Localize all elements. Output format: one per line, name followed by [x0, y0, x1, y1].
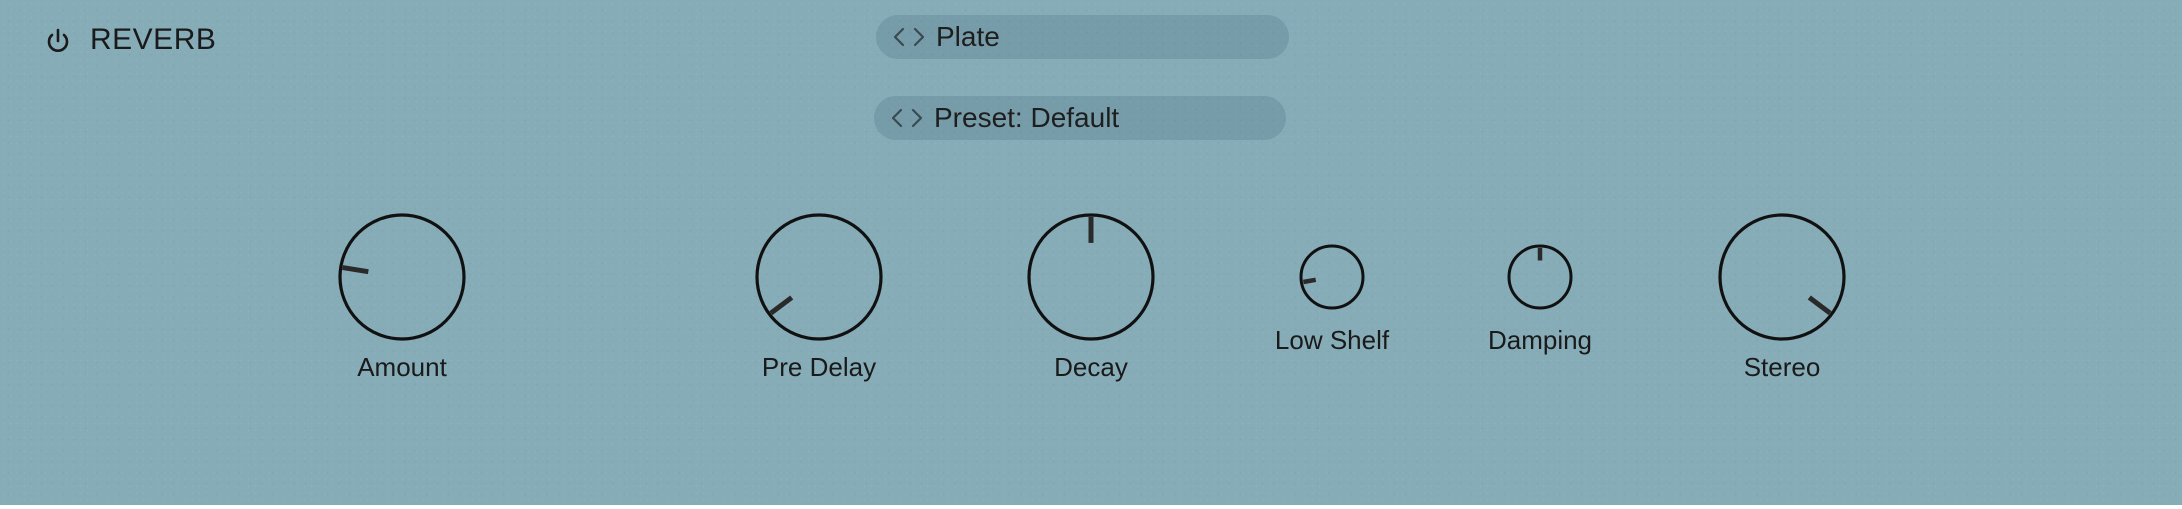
preset-value: Preset: Default — [934, 102, 1120, 133]
low-shelf-knob[interactable] — [1299, 244, 1365, 310]
decay-label: Decay — [1054, 352, 1128, 382]
amount-label: Amount — [357, 352, 447, 382]
stereo-knob[interactable] — [1717, 212, 1847, 342]
bottom-edge — [0, 505, 2182, 509]
algorithm-arrows — [892, 26, 926, 48]
chevron-left-icon[interactable] — [890, 107, 904, 129]
algorithm-value: Plate — [936, 21, 1000, 52]
pre-delay-knob[interactable] — [754, 212, 884, 342]
damping-label: Damping — [1487, 325, 1593, 355]
stereo-knob-pointer — [1807, 295, 1832, 316]
stereo-label: Stereo — [1743, 352, 1821, 382]
pre-delay-label: Pre Delay — [761, 352, 877, 382]
damping-knob[interactable] — [1507, 244, 1573, 310]
pre-delay-knob-pointer — [769, 295, 794, 316]
chevron-right-icon[interactable] — [912, 26, 926, 48]
decay-knob[interactable] — [1026, 212, 1156, 342]
power-icon[interactable] — [45, 27, 71, 55]
reverb-panel: REVERB Plate Preset: Default Amount Pre … — [0, 0, 2182, 509]
algorithm-selector[interactable]: Plate — [876, 15, 1289, 59]
preset-arrows — [890, 107, 924, 129]
preset-selector[interactable]: Preset: Default — [874, 96, 1286, 140]
amount-knob[interactable] — [337, 212, 467, 342]
plugin-title: REVERB — [90, 23, 217, 56]
chevron-right-icon[interactable] — [910, 107, 924, 129]
low-shelf-knob-pointer — [1302, 277, 1317, 285]
amount-knob-pointer — [342, 265, 369, 275]
low-shelf-label: Low Shelf — [1274, 325, 1390, 355]
chevron-left-icon[interactable] — [892, 26, 906, 48]
